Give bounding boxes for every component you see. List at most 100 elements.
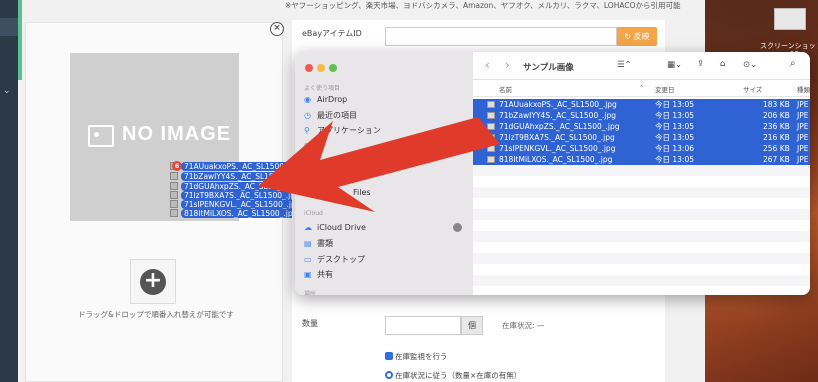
file-row[interactable]: 71dGUAhxpZS._AC_SL1500_.jpg 今日 13:05 236 K… bbox=[473, 121, 810, 132]
file-row[interactable]: 71bZawIYY4S._AC_SL1500_.jpg 今日 13:05 206 K… bbox=[473, 110, 810, 121]
drag-file-name: 71dGUAhxpZS._AC_SL15 bbox=[181, 182, 281, 191]
jpeg-file-icon bbox=[487, 145, 495, 152]
shared-folder-icon: ▣ bbox=[304, 270, 312, 279]
sidebar-item-label: デスクトップ bbox=[317, 255, 365, 264]
finder-sidebar: よく使う項目 ◉ AirDrop ◷ 最近の項目 ⚲ アプリケーション ▭ Files… bbox=[295, 52, 473, 295]
empty-row bbox=[473, 209, 810, 220]
desktop-icon: ▭ bbox=[304, 255, 312, 264]
monitor-checkbox[interactable]: 在庫監視を行う bbox=[385, 351, 448, 362]
ebay-id-input[interactable] bbox=[385, 27, 617, 46]
sidebar-item-desktop-folder[interactable]: ▭ bbox=[304, 140, 317, 149]
sidebar-item-label: 共有 bbox=[317, 270, 333, 279]
column-name[interactable]: 名前 bbox=[499, 84, 512, 94]
file-icon bbox=[170, 209, 178, 217]
drag-count-badge: 6 bbox=[172, 161, 182, 171]
app-left-nav: ⌄ bbox=[0, 0, 18, 382]
file-kind: JPE bbox=[797, 144, 809, 153]
stock-radio-label: 在庫状況に従う（数量×在庫の有無） bbox=[395, 371, 522, 380]
sidebar-item-files[interactable]: Files bbox=[353, 188, 371, 197]
share-icon[interactable]: ⇪ bbox=[697, 59, 704, 69]
quantity-label: 数量 bbox=[302, 319, 318, 328]
empty-row bbox=[473, 176, 810, 187]
column-header: 名前 ⌃ 変更日 サイズ 種類 bbox=[473, 80, 810, 97]
finder-main: ‹ › サンプル画像 ☰⌃ ▦⌄ ⇪ ⌂ ⊙⌄ ⌕ 名前 ⌃ 変更日 サイズ 種… bbox=[473, 52, 810, 295]
nav-highlight[interactable] bbox=[0, 18, 18, 36]
forward-icon[interactable]: › bbox=[505, 58, 510, 72]
drag-file-name: 818ItMiLXOS._AC_SL1500_.jpg bbox=[181, 209, 301, 218]
plus-icon: + bbox=[140, 269, 166, 295]
document-icon: ▤ bbox=[304, 239, 312, 248]
sidebar-item-documents[interactable]: ▤ 書類 bbox=[304, 238, 333, 249]
cloud-icon: ☁ bbox=[304, 223, 312, 232]
column-modified[interactable]: 変更日 bbox=[655, 84, 675, 94]
jpeg-file-icon bbox=[487, 101, 495, 108]
file-date: 今日 13:05 bbox=[655, 155, 694, 164]
sidebar-item-label: 書類 bbox=[317, 239, 333, 248]
list-view-icon[interactable]: ☰⌃ bbox=[617, 60, 632, 70]
file-row[interactable]: 71AUuakxoPS._AC_SL1500_.jpg 今日 13:05 183 K… bbox=[473, 99, 810, 110]
file-date: 今日 13:05 bbox=[655, 111, 694, 120]
drag-file-name: 71sIPENKGVL._AC_SL1500_.jpg bbox=[181, 200, 304, 209]
file-size: 236 KB bbox=[763, 122, 790, 131]
group-icon[interactable]: ▦⌄ bbox=[667, 60, 682, 70]
close-icon[interactable]: × bbox=[270, 22, 284, 36]
sidebar-item-airdrop[interactable]: ◉ AirDrop bbox=[304, 95, 347, 104]
empty-row bbox=[473, 220, 810, 231]
file-icon bbox=[170, 200, 178, 208]
applications-icon: ⚲ bbox=[304, 126, 310, 135]
empty-row bbox=[473, 198, 810, 209]
reflect-button[interactable]: ↻ 反映 bbox=[617, 27, 657, 46]
sidebar-item-desktop[interactable]: ▭ デスクトップ bbox=[304, 254, 365, 265]
column-kind[interactable]: 種類 bbox=[797, 84, 810, 94]
column-size[interactable]: サイズ bbox=[743, 84, 762, 94]
quantity-input[interactable] bbox=[385, 316, 461, 335]
search-icon[interactable]: ⌕ bbox=[790, 58, 796, 69]
sidebar-icloud-header: iCloud bbox=[304, 210, 323, 217]
empty-row bbox=[473, 187, 810, 198]
drag-file-name: 71AUuakxoPS._AC_SL1500_.jpg bbox=[181, 162, 305, 171]
file-size: 183 KB bbox=[763, 100, 790, 109]
file-name: 71bZawIYY4S._AC_SL1500_.jpg bbox=[499, 111, 616, 120]
checkbox-checked-icon[interactable] bbox=[385, 352, 393, 360]
clock-icon: ◷ bbox=[304, 111, 311, 120]
quantity-unit: 個 bbox=[461, 316, 483, 335]
stock-radio[interactable]: 在庫状況に従う（数量×在庫の有無） bbox=[385, 370, 521, 381]
file-size: 256 KB bbox=[763, 144, 790, 153]
sidebar-locations-header: 場所 bbox=[304, 291, 317, 295]
jpeg-file-icon bbox=[487, 134, 495, 141]
sidebar-item-recents[interactable]: ◷ 最近の項目 bbox=[304, 110, 357, 121]
zoom-window-button[interactable] bbox=[329, 64, 337, 72]
finder-toolbar: ‹ › サンプル画像 ☰⌃ ▦⌄ ⇪ ⌂ ⊙⌄ ⌕ bbox=[473, 52, 810, 80]
file-date: 今日 13:05 bbox=[655, 122, 694, 131]
jpeg-file-icon bbox=[487, 112, 495, 119]
back-icon[interactable]: ‹ bbox=[485, 58, 490, 72]
sidebar-item-label: AirDrop bbox=[317, 95, 348, 104]
sort-chevron-icon: ⌃ bbox=[639, 84, 645, 92]
file-name: 71lzT9BXA7S._AC_SL1500_.jpg bbox=[499, 133, 615, 142]
sidebar-item-applications[interactable]: ⚲ アプリケーション bbox=[304, 125, 381, 136]
sidebar-item-label: アプリケーション bbox=[317, 126, 381, 135]
minimize-window-button[interactable] bbox=[317, 64, 325, 72]
file-row[interactable]: 71lzT9BXA7S._AC_SL1500_.jpg 今日 13:05 216 K… bbox=[473, 132, 810, 143]
file-size: 216 KB bbox=[763, 133, 790, 142]
source-note: ※ヤフーショッピング、楽天市場、ヨドバシカメラ、Amazon、ヤフオク、メルカリ… bbox=[285, 1, 681, 10]
monitor-checkbox-label: 在庫監視を行う bbox=[395, 352, 448, 361]
photo-icon bbox=[88, 125, 114, 147]
chevron-down-icon[interactable]: ⌄ bbox=[3, 86, 11, 96]
close-window-button[interactable] bbox=[305, 64, 313, 72]
sidebar-item-shared[interactable]: ▣ 共有 bbox=[304, 269, 333, 280]
drag-note: ドラッグ&ドロップで順番入れ替えが可能です bbox=[78, 310, 234, 319]
file-row[interactable]: 818ItMiLXOS._AC_SL1500_.jpg 今日 13:05 267 K… bbox=[473, 154, 810, 165]
file-icon bbox=[170, 182, 178, 190]
empty-row bbox=[473, 264, 810, 275]
add-image-button[interactable]: + bbox=[130, 259, 176, 304]
sidebar-item-icloud-drive[interactable]: ☁ iCloud Drive bbox=[304, 223, 366, 232]
no-image-text: NO IMAGE bbox=[122, 123, 232, 145]
radio-selected-icon[interactable] bbox=[385, 371, 393, 379]
screenshot-thumbnail[interactable] bbox=[774, 8, 806, 30]
empty-row bbox=[473, 165, 810, 176]
tag-icon[interactable]: ⌂ bbox=[720, 59, 725, 69]
more-actions-icon[interactable]: ⊙⌄ bbox=[743, 60, 757, 70]
drag-file-stack: 71AUuakxoPS._AC_SL1500_.jpg 71bZawIYY4S.… bbox=[170, 160, 305, 220]
file-row[interactable]: 71sIPENKGVL._AC_SL1500_.jpg 今日 13:06 256 K… bbox=[473, 143, 810, 154]
